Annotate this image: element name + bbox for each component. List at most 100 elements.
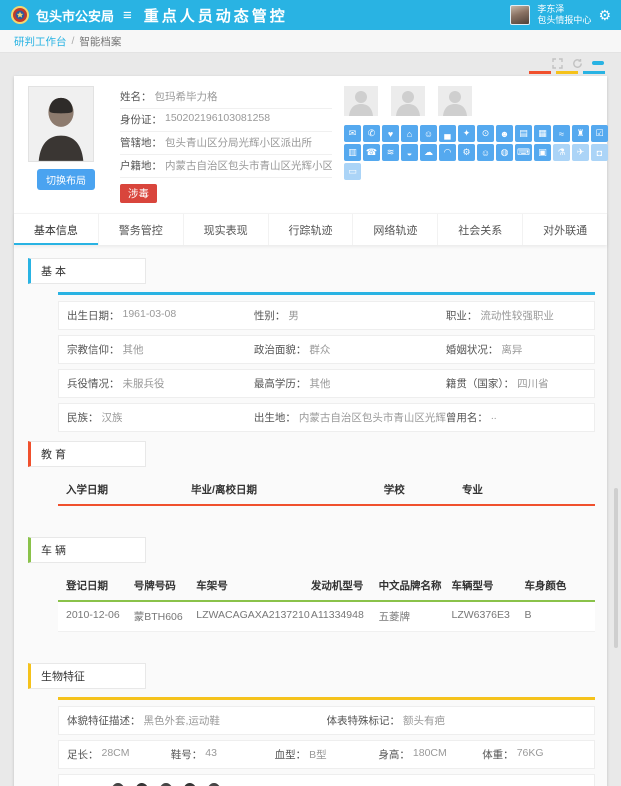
comment-icon[interactable]: ✉ [344,125,361,142]
keyboard-icon[interactable]: ⌨ [515,144,532,161]
bank-icon[interactable]: ♜ [572,125,589,142]
heart-icon[interactable]: ♥ [382,125,399,142]
veh-plate: 蒙BTH606 [134,609,197,624]
ethnicity-label: 民族： [67,410,99,425]
signal-icon[interactable]: ≋ [382,144,399,161]
plane-icon[interactable]: ✈ [572,144,589,161]
fingerprint-image[interactable] [182,783,197,786]
fingerprint-image[interactable] [134,783,149,786]
veh-model: LZW6376E3 [452,609,525,624]
fingerprint-row: 指纹： [58,774,595,786]
sections-area: 基 本 出生日期：1961-03-08 性别：男 职业：流动性较强职业 宗教信仰… [14,245,607,786]
occupation-value: 流动性较强职业 [480,308,554,323]
user-info[interactable]: 李东泽 包头情报中心 [537,4,591,27]
photo-placeholder[interactable] [438,86,472,116]
photo-placeholder[interactable] [344,86,378,116]
religion-value: 其他 [123,342,144,357]
bus-icon[interactable]: ◘ [591,144,608,161]
switch-layout-button[interactable]: 切换布局 [37,169,95,190]
breadcrumb-parent[interactable]: 研判工作台 [14,34,67,49]
cloud-icon[interactable]: ☁ [420,144,437,161]
hotel-icon[interactable]: ◠ [439,144,456,161]
field-household-value: 内蒙古自治区包头市青山区光辉小区(二区)-1-86 [165,158,332,173]
scrollbar-thumb[interactable] [614,488,618,648]
col-plate: 号牌号码 [134,578,197,593]
group-icon[interactable]: ☺ [420,125,437,142]
former-name-value: .. [491,410,497,425]
former-name-label: 曾用名： [446,410,488,425]
weight-label: 体重： [482,747,514,762]
photo-placeholders [344,86,608,116]
bureau-name: 包头市公安局 [36,6,114,25]
collapse-icon[interactable] [592,61,604,65]
photo-placeholder[interactable] [391,86,425,116]
section-basic-title: 基 本 [28,258,146,284]
quick-action-icons-row2: ▥ ☎ ≋ ◒ ☁ ◠ ⚙ ☺ ◍ ⌨ ▣ ⚗ ✈ ◘ [344,144,608,161]
col-reg-date: 登记日期 [66,578,134,593]
trash-icon[interactable]: ▭ [344,163,361,180]
tab-external-contact[interactable]: 对外联通 [523,214,607,245]
user-avatar[interactable] [510,5,530,25]
field-household: 户籍地： 内蒙古自治区包头市青山区光辉小区(二区)-1-86 [120,155,332,178]
tab-social-relations[interactable]: 社会关系 [438,214,523,245]
birthplace-value: 内蒙古自治区包头市青山区光辉小区(二区)-1-86 [299,410,446,425]
basic-row: 出生日期：1961-03-08 性别：男 职业：流动性较强职业 [58,301,595,330]
home-icon[interactable]: ⌂ [401,125,418,142]
graduation-icon[interactable]: ✦ [458,125,475,142]
taxi-icon[interactable]: ◒ [401,144,418,161]
check-square-icon[interactable]: ☑ [591,125,608,142]
page-title: 重点人员动态管控 [144,5,288,26]
refresh-icon[interactable] [572,58,583,69]
settings-icon[interactable]: ⚙ [458,144,475,161]
yellow-bar [556,71,578,74]
col-school: 学校 [384,482,462,497]
special-marks-label: 体表特殊标记： [327,713,401,728]
color-indicator-bars [14,68,607,76]
ethnicity-value: 汉族 [102,410,123,425]
field-name-label: 姓名： [120,89,152,104]
telephone-icon[interactable]: ☎ [363,144,380,161]
section-education-title: 教 育 [28,441,146,467]
user-icon[interactable]: ☻ [496,125,513,142]
section-vehicle: 车 辆 登记日期 号牌号码 车架号 发动机型号 中文品牌名称 车辆型号 车身颜色… [14,537,607,654]
bed-icon[interactable]: ▄ [439,125,456,142]
tab-network-track[interactable]: 网络轨迹 [353,214,438,245]
gender-value: 男 [288,308,299,323]
breadcrumb-separator: / [72,35,75,47]
fullscreen-icon[interactable] [552,58,563,69]
user-org: 包头情报中心 [537,15,591,26]
flask-icon[interactable]: ⚗ [553,144,570,161]
education-table-header: 入学日期 毕业/离校日期 学校 专业 [58,475,595,506]
red-bar [529,71,551,74]
settings-gear-icon[interactable]: ⚙ [598,8,611,22]
document-icon[interactable]: ▤ [515,125,532,142]
person-photo[interactable] [28,86,94,162]
section-basic: 基 本 出生日期：1961-03-08 性别：男 职业：流动性较强职业 宗教信仰… [14,258,607,432]
field-name: 姓名： 包玛希毕力格 [120,86,332,109]
political-status-label: 政治面貌： [254,342,307,357]
banknote-icon[interactable]: ▥ [344,144,361,161]
person-icon[interactable]: ☺ [477,144,494,161]
phone-call-icon[interactable]: ✆ [363,125,380,142]
tab-movement-track[interactable]: 行踪轨迹 [269,214,354,245]
vehicle-table-row[interactable]: 2010-12-06 蒙BTH606 LZWACAGAXA2137210 A11… [58,602,595,632]
image-icon[interactable]: ▦ [534,125,551,142]
tab-real-performance[interactable]: 现实表现 [184,214,269,245]
section-vehicle-title: 车 辆 [28,537,146,563]
veh-brand: 五菱牌 [379,609,452,624]
vehicle-icon[interactable]: ◍ [496,144,513,161]
tab-police-control[interactable]: 警务管控 [99,214,184,245]
col-engine: 发动机型号 [311,578,379,593]
blood-type-value: B型 [309,747,327,762]
profile-header: 切换布局 姓名： 包玛希毕力格 身份证： 150202196103081258 … [14,76,607,205]
user-name: 李东泽 [537,4,591,15]
tab-basic-info[interactable]: 基本信息 [14,214,99,245]
col-brand: 中文品牌名称 [379,578,452,593]
profile-card: 切换布局 姓名： 包玛希毕力格 身份证： 150202196103081258 … [14,76,607,786]
wifi-icon[interactable]: ≈ [553,125,570,142]
menu-icon[interactable]: ≡ [123,7,132,24]
marital-status-label: 婚姻状况： [446,342,499,357]
basic-row: 宗教信仰：其他 政治面貌：群众 婚姻状况：离异 [58,335,595,364]
truck-icon[interactable]: ▣ [534,144,551,161]
car-icon[interactable]: ⊙ [477,125,494,142]
